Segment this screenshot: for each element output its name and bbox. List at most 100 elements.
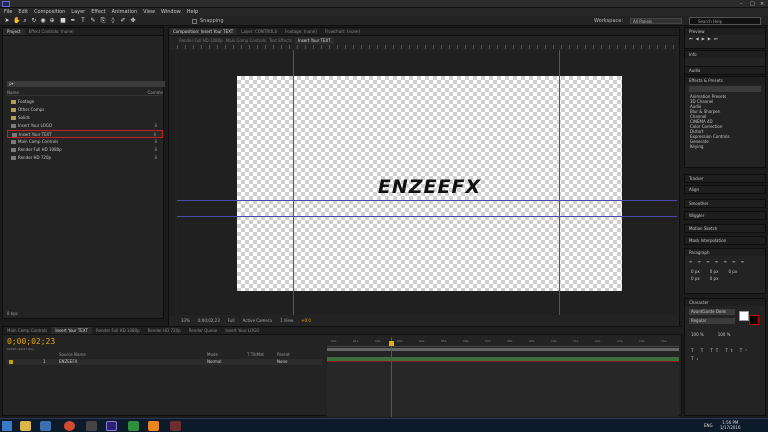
zoom-select[interactable]: 33% xyxy=(181,317,190,325)
app-icon[interactable] xyxy=(170,421,181,431)
project-item-render-720p[interactable]: Render HD 720p 8 xyxy=(7,154,163,162)
column-parent[interactable]: Parent xyxy=(277,352,290,357)
pan-behind-tool-icon[interactable]: ⊕ xyxy=(49,18,55,24)
tab-render-720p[interactable]: Render HD 720p xyxy=(144,327,185,334)
tab-main-comp-controls[interactable]: Main Comp Controls xyxy=(3,327,51,334)
brand-text-layer[interactable]: ENZEEFX xyxy=(237,176,622,198)
camera-select[interactable]: Active Camera xyxy=(243,317,272,325)
font-style-select[interactable]: Regular xyxy=(689,318,735,324)
menu-window[interactable]: Window xyxy=(161,8,181,16)
after-effects-taskbar-icon[interactable] xyxy=(106,421,117,431)
breadcrumb-insert-text[interactable]: Insert Your TEXT xyxy=(294,37,334,44)
brush-tool-icon[interactable]: ✎ xyxy=(90,18,96,24)
audio-title[interactable]: Audio xyxy=(685,67,765,74)
system-clock[interactable]: 1:56 PM 1/17/2016 xyxy=(720,420,741,430)
paragraph-title[interactable]: Paragraph xyxy=(685,249,765,256)
faux-style-buttons[interactable]: T T TT Tt T¹ T₁ xyxy=(691,347,759,363)
close-button[interactable]: × xyxy=(760,0,764,8)
clone-stamp-tool-icon[interactable]: ⎘ xyxy=(100,18,106,24)
tab-insert-text[interactable]: Insert Your TEXT xyxy=(51,327,92,334)
guide-horizontal[interactable] xyxy=(177,200,677,201)
smoother-title[interactable]: Smoother xyxy=(685,200,765,207)
composition-canvas[interactable]: ENZEEFX xyxy=(237,76,622,291)
work-area-bar[interactable] xyxy=(327,348,679,351)
current-time-indicator[interactable] xyxy=(391,337,392,417)
start-button-icon[interactable] xyxy=(2,421,12,431)
project-item-footage[interactable]: Footage xyxy=(7,98,163,106)
fill-color-swatch[interactable] xyxy=(739,311,749,321)
guide-vertical[interactable] xyxy=(293,50,294,315)
column-comment[interactable]: Comme xyxy=(148,90,164,96)
rotate-tool-icon[interactable]: ↻ xyxy=(31,18,37,24)
puppet-tool-icon[interactable]: ✤ xyxy=(130,18,136,24)
viewer-canvas-area[interactable]: ENZEEFX xyxy=(177,50,677,315)
project-item-solids[interactable]: Solids xyxy=(7,114,163,122)
align-title[interactable]: Align xyxy=(685,186,765,193)
workspace-select[interactable]: All Panels xyxy=(630,18,682,24)
app-icon[interactable] xyxy=(128,421,139,431)
tab-render-queue[interactable]: Render Queue xyxy=(185,327,222,334)
menu-file[interactable]: File xyxy=(4,8,12,16)
menu-layer[interactable]: Layer xyxy=(71,8,85,16)
indent-left-value[interactable]: 0 px xyxy=(691,268,700,275)
playhead-handle[interactable] xyxy=(389,341,394,346)
menu-effect[interactable]: Effect xyxy=(91,8,105,16)
font-family-select[interactable]: AvantGarde Demi xyxy=(689,309,735,315)
bpc-indicator[interactable]: 8 bpc xyxy=(7,311,18,316)
guide-horizontal[interactable] xyxy=(177,216,677,217)
timeline-timecode[interactable]: 0;00;02;23 xyxy=(7,337,55,346)
indent-right-value[interactable]: 0 px xyxy=(710,268,719,275)
app-icon[interactable] xyxy=(86,421,97,431)
resolution-select[interactable]: Full xyxy=(228,317,235,325)
project-item-insert-logo[interactable]: Insert Your LOGO 8 xyxy=(7,122,163,130)
project-item-insert-text[interactable]: Insert Your TEXT 8 xyxy=(7,130,163,138)
layer-name[interactable]: ENZEEFX xyxy=(59,359,77,365)
indent-first-value[interactable]: 0 px xyxy=(728,268,737,275)
exposure-value[interactable]: +0.0 xyxy=(301,317,311,325)
project-search-input[interactable]: ρ▾ xyxy=(7,81,165,87)
menu-view[interactable]: View xyxy=(143,8,155,16)
space-before-value[interactable]: 0 px xyxy=(691,275,700,282)
zoom-tool-icon[interactable]: ⌕ xyxy=(22,18,28,24)
column-mode[interactable]: Mode xyxy=(207,352,218,357)
snapping-checkbox[interactable] xyxy=(192,19,197,24)
layer-mode-select[interactable]: Normal xyxy=(207,359,221,365)
eraser-tool-icon[interactable]: ◊ xyxy=(110,18,116,24)
vlc-icon[interactable] xyxy=(148,421,159,431)
type-tool-icon[interactable]: T xyxy=(80,18,86,24)
tab-layer[interactable]: Layer: CONTROLS xyxy=(237,28,281,35)
column-source-name[interactable]: Source Name xyxy=(59,352,86,357)
info-title[interactable]: Info xyxy=(685,51,765,58)
tab-project[interactable]: Project xyxy=(3,28,25,35)
layer-visibility-icon[interactable] xyxy=(9,360,13,364)
column-name[interactable]: Name xyxy=(7,90,19,95)
space-after-value[interactable]: 0 px xyxy=(710,275,719,282)
tab-insert-logo[interactable]: Insert Your LOGO xyxy=(221,327,263,334)
horizontal-scale-value[interactable]: 100 % xyxy=(718,331,731,339)
preview-title[interactable]: Preview xyxy=(685,28,765,35)
view-layout-select[interactable]: 1 View xyxy=(280,317,293,325)
tab-composition[interactable]: Composition: Insert Your TEXT xyxy=(169,28,238,35)
playback-controls[interactable]: ⏮◀▶▶⏭ xyxy=(685,35,765,43)
menu-animation[interactable]: Animation xyxy=(112,8,138,16)
timeline-graph-area[interactable] xyxy=(327,363,679,417)
time-ruler[interactable]: 00s 01s 02s 03s 04s 05s 06s 07s 08s 09s 10s 11s 12s 1… xyxy=(327,337,679,347)
paragraph-align-buttons[interactable]: ≡ ≡ ≡ ≡ ≡ ≡ ≡ xyxy=(685,256,765,268)
tab-render-1080p[interactable]: Render Full HD 1080p xyxy=(92,327,144,334)
project-item-other-comps[interactable]: Other Comps xyxy=(7,106,163,114)
breadcrumb-render-1080p[interactable]: Render Full HD 1080p xyxy=(179,37,223,44)
stroke-color-swatch[interactable] xyxy=(749,315,759,325)
character-title[interactable]: Character xyxy=(685,299,765,306)
app-icon[interactable] xyxy=(40,421,51,431)
vertical-scale-value[interactable]: 100 % xyxy=(691,331,704,339)
search-help-input[interactable]: Search Help xyxy=(689,17,761,25)
column-trkmat[interactable]: T TrkMat xyxy=(247,352,264,357)
guide-vertical[interactable] xyxy=(559,50,560,315)
wiggler-title[interactable]: Wiggler xyxy=(685,212,765,219)
tab-footage[interactable]: Footage: (none) xyxy=(281,28,321,35)
menu-composition[interactable]: Composition xyxy=(34,8,65,16)
current-time-display[interactable]: 0;00;02;23 xyxy=(198,317,220,325)
tracker-title[interactable]: Tracker xyxy=(685,175,765,182)
effects-search-input[interactable] xyxy=(689,86,761,92)
hand-tool-icon[interactable]: ✋ xyxy=(13,18,20,24)
